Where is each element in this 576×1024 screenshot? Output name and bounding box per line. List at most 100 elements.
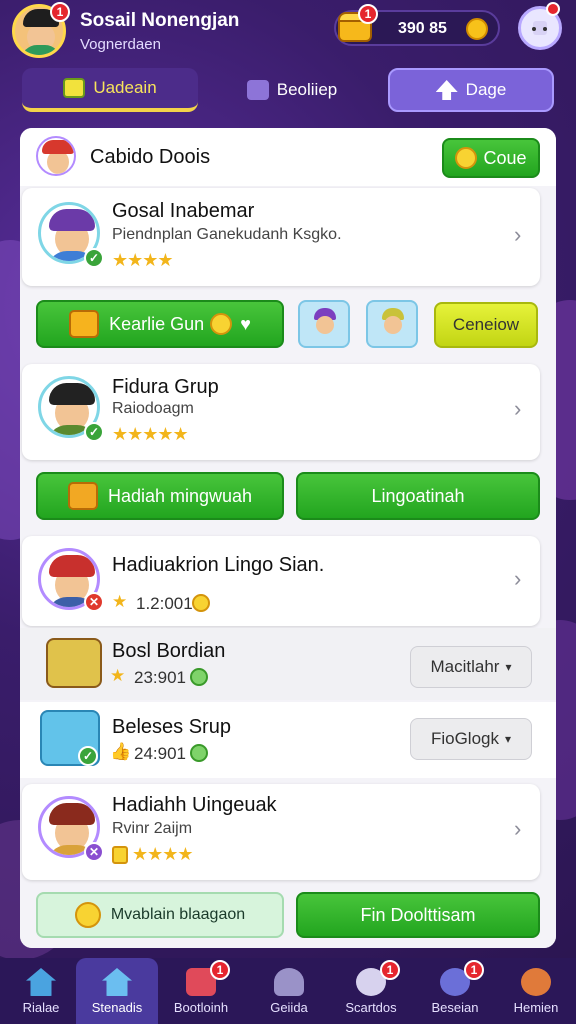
reward-right-button[interactable]: Lingoatinah xyxy=(296,472,540,520)
gift-box-icon xyxy=(67,482,98,510)
currency-box[interactable]: 1 390 85 xyxy=(334,4,500,46)
nav-label: Beseian xyxy=(431,1000,479,1015)
item-score: 24:901 xyxy=(134,744,186,763)
upload-arrow-icon xyxy=(435,80,458,100)
player-subtitle: Vognerdaen xyxy=(80,36,161,53)
chevron-right-icon[interactable]: › xyxy=(514,222,521,248)
nav-item-home[interactable]: Rialae xyxy=(0,958,82,1024)
treasure-map-icon xyxy=(46,638,102,688)
nav-item-hemien[interactable]: Hemien xyxy=(496,958,576,1024)
section-header: Cabido Doois Coue xyxy=(20,128,556,186)
member-name: Gosal Inabemar xyxy=(112,200,255,222)
nav-item-stenadis[interactable]: Stenadis xyxy=(76,958,158,1024)
player-notif-badge: 1 xyxy=(50,2,70,22)
tab-label: Dage xyxy=(465,80,507,99)
tab-bar: Uadeain Beoliiep Dage xyxy=(0,68,576,116)
member-score: 1.2:001 xyxy=(136,594,193,613)
coin-icon xyxy=(455,147,478,169)
member-description: Rvinr 2aijm xyxy=(112,820,193,837)
item-dropdown[interactable]: FioGlogk ▾ xyxy=(410,718,532,760)
dropdown-value: FioGlogk xyxy=(430,729,499,748)
nav-label: Geiida xyxy=(270,1000,308,1015)
medal-icon xyxy=(112,846,128,865)
section-action-button[interactable]: Coue xyxy=(442,138,540,178)
section-title: Cabido Doois xyxy=(90,146,211,168)
gift-action-label: Kearlie Gun xyxy=(109,313,205,334)
nav-label: Stenadis xyxy=(91,1000,143,1015)
action-row: Kearlie Gun ♥ Ceneiow xyxy=(20,294,556,358)
section-avatar xyxy=(36,136,76,176)
friend-avatar-thumb[interactable] xyxy=(298,300,350,348)
gift-action-button[interactable]: Kearlie Gun ♥ xyxy=(36,300,284,348)
member-name: Hadiahh Uingeuak xyxy=(112,794,277,816)
list-item[interactable]: ✕ Hadiahh Uingeuak Rvinr 2aijm ★★★★ › xyxy=(22,784,540,880)
list-item[interactable]: ✓ Fidura Grup Raiodoagm ★★★★★ › xyxy=(22,364,540,460)
reward-row: Hadiah mingwuah Lingoatinah xyxy=(20,466,556,528)
check-badge-icon: ✓ xyxy=(78,746,98,766)
bottom-left-button[interactable]: Mvablain blaagaon xyxy=(36,892,284,938)
tab-label: Beoliiep xyxy=(276,80,338,99)
chevron-right-icon[interactable]: › xyxy=(514,816,521,842)
gem-icon xyxy=(190,744,208,762)
reward-left-label: Hadiah mingwuah xyxy=(107,485,253,506)
heart-icon: ♥ xyxy=(240,313,251,334)
nav-item-scartdos[interactable]: Scartdos 1 xyxy=(330,958,412,1024)
list-item[interactable]: Bosl Bordian ★ 23:901 Macitlahr ▾ xyxy=(20,628,556,700)
reward-left-button[interactable]: Hadiah mingwuah xyxy=(36,472,284,520)
chevron-down-icon: ▾ xyxy=(505,732,512,746)
coin-icon xyxy=(74,902,101,928)
tool-badge-icon: ✕ xyxy=(84,592,104,612)
player-name: Sosail Nonengjan xyxy=(80,10,240,31)
list-item[interactable]: ✓ Beleses Srup 👍 24:901 FioGlogk ▾ xyxy=(20,702,556,778)
check-badge-icon: ✓ xyxy=(84,422,104,442)
gem-icon xyxy=(190,668,208,686)
star-icon: ★ xyxy=(112,592,127,611)
nav-item-beseian[interactable]: Beseian 1 xyxy=(414,958,496,1024)
yellow-action-button[interactable]: Ceneiow xyxy=(434,302,538,348)
coin-icon xyxy=(466,18,488,40)
tab-uadeain[interactable]: Uadeain xyxy=(22,68,198,112)
rating-stars: ★★★★ xyxy=(112,844,194,865)
tab-dage[interactable]: Dage xyxy=(388,68,554,112)
bottom-nav: Rialae Stenadis Bootloinh 1 Geiida Scart… xyxy=(0,958,576,1024)
member-name: Hadiuakrion Lingo Sian. xyxy=(112,554,325,576)
home-icon xyxy=(26,968,56,996)
list-item[interactable]: ✓ Gosal Inabemar Piendnplan Ganekudanh K… xyxy=(22,188,540,286)
item-name: Bosl Bordian xyxy=(112,640,226,662)
ticket-icon xyxy=(63,78,86,98)
star-icon: ★ xyxy=(110,666,125,685)
content-panel: Cabido Doois Coue ✓ Gosal Inabemar Piend… xyxy=(20,128,556,948)
member-description: Piendnplan Ganekudanh Ksgko. xyxy=(112,226,342,243)
bottom-right-button[interactable]: Fin Doolttisam xyxy=(296,892,540,938)
nav-badge: 1 xyxy=(380,960,400,980)
friend-avatar-thumb[interactable] xyxy=(366,300,418,348)
section-action-label: Coue xyxy=(483,147,527,168)
bottom-left-label: Mvablain blaagaon xyxy=(110,906,246,923)
rating-stars: ★★★★★ xyxy=(112,424,189,444)
gear-icon xyxy=(521,968,551,996)
nav-label: Bootloinh xyxy=(173,1000,229,1015)
top-bar: 1 Sosail Nonengjan Vognerdaen 1 390 85 xyxy=(0,0,576,64)
rating-stars-text: ★★★★ xyxy=(132,844,194,864)
nav-badge: 1 xyxy=(210,960,230,980)
currency-value: 390 85 xyxy=(398,20,447,37)
nav-item-bootloinh[interactable]: Bootloinh 1 xyxy=(160,958,242,1024)
chevron-right-icon[interactable]: › xyxy=(514,396,521,422)
nav-label: Rialae xyxy=(22,1000,60,1015)
profile-alert-dot xyxy=(546,2,560,16)
chevron-right-icon[interactable]: › xyxy=(514,566,521,592)
tab-beoliiep[interactable]: Beoliiep xyxy=(206,68,378,112)
list-item[interactable]: ✕ Hadiuakrion Lingo Sian. ★ 1.2:001 › xyxy=(22,536,540,626)
nav-item-geiida[interactable]: Geiida xyxy=(248,958,330,1024)
friends-icon xyxy=(274,968,304,996)
coin-icon xyxy=(210,313,233,335)
rating-stars: ★★★★ xyxy=(112,250,174,270)
item-dropdown[interactable]: Macitlahr ▾ xyxy=(410,646,532,688)
check-badge-icon: ✓ xyxy=(84,248,104,268)
box-icon xyxy=(246,80,269,100)
house-icon xyxy=(102,968,132,996)
thumbs-up-icon: 👍 xyxy=(110,742,131,761)
gold-bar-icon xyxy=(69,310,100,338)
nav-label: Scartdos xyxy=(345,1000,397,1015)
item-score: 23:901 xyxy=(134,668,186,687)
